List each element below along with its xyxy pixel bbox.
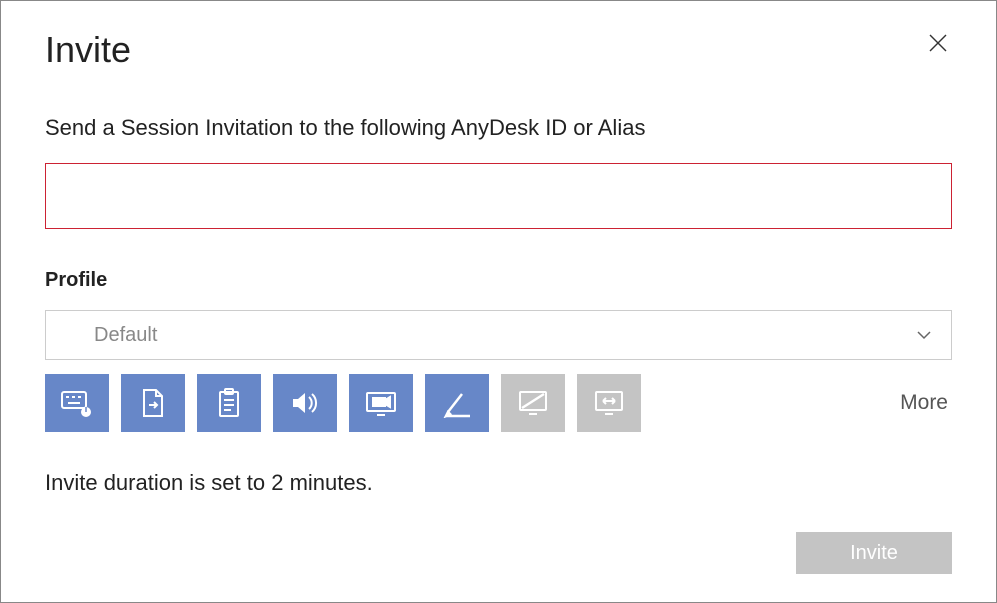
chevron-down-icon <box>915 326 933 344</box>
invite-button-label: Invite <box>850 542 898 565</box>
whiteboard-icon <box>442 388 472 418</box>
control-input-icon <box>60 388 94 418</box>
permission-record-session[interactable] <box>349 374 413 432</box>
clipboard-icon <box>216 387 242 419</box>
file-transfer-icon <box>139 387 167 419</box>
profile-select[interactable]: Default <box>45 310 952 360</box>
block-input-icon <box>516 388 550 418</box>
permission-switch-sides[interactable] <box>577 374 641 432</box>
permission-control-input[interactable] <box>45 374 109 432</box>
permission-file-transfer[interactable] <box>121 374 185 432</box>
close-button[interactable] <box>924 29 952 57</box>
permission-clipboard[interactable] <box>197 374 261 432</box>
more-permissions-link[interactable]: More <box>900 391 952 415</box>
duration-text: Invite duration is set to 2 minutes. <box>45 470 952 496</box>
invite-button[interactable]: Invite <box>796 532 952 574</box>
permission-audio[interactable] <box>273 374 337 432</box>
close-icon <box>928 33 948 53</box>
instruction-text: Send a Session Invitation to the followi… <box>45 115 952 141</box>
switch-sides-icon <box>592 388 626 418</box>
destination-input[interactable] <box>45 163 952 229</box>
dialog-title: Invite <box>45 29 952 71</box>
permission-whiteboard[interactable] <box>425 374 489 432</box>
record-session-icon <box>364 388 398 418</box>
invite-dialog: Invite Send a Session Invitation to the … <box>0 0 997 603</box>
profile-selected-value: Default <box>94 324 157 347</box>
permissions-row: More <box>45 374 952 432</box>
audio-icon <box>289 388 321 418</box>
profile-label: Profile <box>45 269 952 292</box>
permission-block-input[interactable] <box>501 374 565 432</box>
